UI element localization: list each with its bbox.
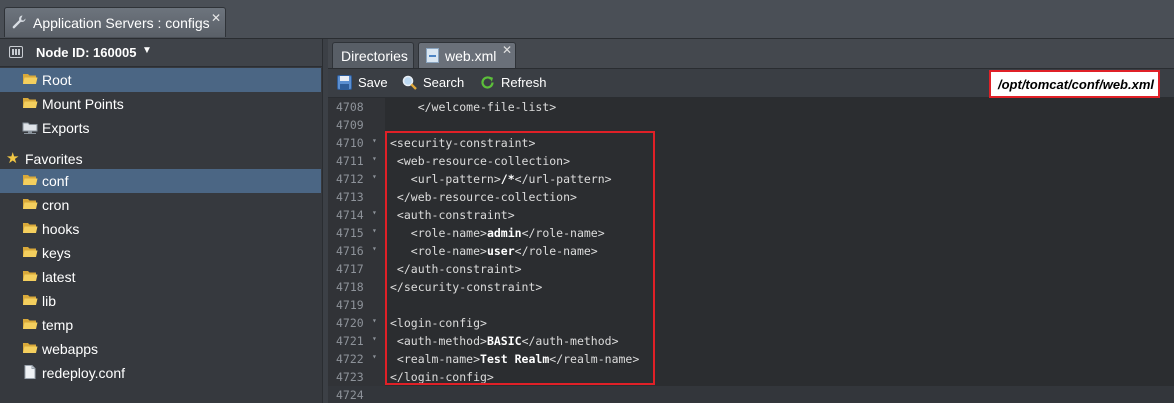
- tree-item-root[interactable]: Root: [0, 68, 321, 92]
- tree-item-exports[interactable]: Exports: [0, 116, 321, 140]
- line-number: 4709: [336, 118, 364, 132]
- line-number: 4724: [336, 388, 364, 402]
- fold-arrow-icon[interactable]: ▾: [372, 172, 377, 181]
- fold-arrow-icon[interactable]: ▾: [372, 226, 377, 235]
- line-number: 4722: [336, 352, 364, 366]
- tree-item-label: webapps: [42, 341, 99, 357]
- file-manager-sidebar: Node ID: 160005 ▼ Root Mount Points Export…: [0, 39, 323, 403]
- network-folder-icon: [22, 122, 38, 134]
- editor-panel: Directories web.xml ✕ Save Search Refres…: [328, 39, 1174, 403]
- fold-arrow-icon[interactable]: ▾: [372, 244, 377, 253]
- line-number: 4714: [336, 208, 364, 222]
- code-text: </welcome-file-list>: [390, 100, 556, 114]
- tree-item-redeploy-conf[interactable]: redeploy.conf: [0, 361, 321, 385]
- line-number: 4710: [336, 136, 364, 150]
- file-path-display: /opt/tomcat/conf/web.xml: [989, 70, 1160, 98]
- save-icon: [337, 75, 352, 90]
- code-markup: </welcome-file-list>: [390, 100, 557, 114]
- code-line[interactable]: 4724: [328, 386, 1174, 403]
- line-number: 4712: [336, 172, 364, 186]
- node-selector[interactable]: Node ID: 160005 ▼: [0, 39, 322, 67]
- line-number: 4721: [336, 334, 364, 348]
- save-label: Save: [358, 75, 388, 90]
- tab-directories[interactable]: Directories: [332, 42, 414, 68]
- line-number: 4708: [336, 100, 364, 114]
- tree-item-label: Root: [42, 72, 72, 88]
- folder-open-icon: [23, 74, 38, 84]
- server-node-icon: [9, 46, 23, 58]
- star-icon: ★: [6, 150, 20, 167]
- top-bar: Application Servers : configs ✕: [0, 0, 1174, 39]
- favorites-header[interactable]: ★ Favorites: [0, 147, 321, 171]
- folder-icon: [23, 199, 38, 209]
- editor-toolbar: Save Search Refresh /opt/tomcat/conf/web…: [328, 69, 1174, 98]
- search-label: Search: [423, 75, 465, 90]
- folder-icon: [23, 271, 38, 281]
- tree-item-temp[interactable]: temp: [0, 313, 321, 337]
- refresh-label: Refresh: [501, 75, 547, 90]
- tree-item-label: Mount Points: [42, 96, 124, 112]
- folder-open-icon: [23, 175, 38, 185]
- file-path: /opt/tomcat/conf/web.xml: [998, 77, 1155, 92]
- folder-icon: [23, 98, 38, 108]
- folder-icon: [23, 295, 38, 305]
- line-number: 4716: [336, 244, 364, 258]
- highlight-annotation-box: [385, 131, 655, 385]
- xml-file-icon: [426, 48, 439, 63]
- tab-web-xml-label: web.xml: [445, 48, 497, 64]
- line-number: 4715: [336, 226, 364, 240]
- tree-item-cron[interactable]: cron: [0, 193, 321, 217]
- folder-icon: [23, 223, 38, 233]
- tree-item-keys[interactable]: keys: [0, 241, 321, 265]
- tree-item-webapps[interactable]: webapps: [0, 337, 321, 361]
- tree-item-conf[interactable]: conf: [0, 169, 321, 193]
- fold-arrow-icon[interactable]: ▾: [372, 208, 377, 217]
- file-icon: [24, 365, 36, 379]
- app-window-title: Application Servers : configs: [33, 15, 210, 31]
- line-number: 4718: [336, 280, 364, 294]
- tree-item-label: lib: [42, 293, 57, 309]
- fold-arrow-icon[interactable]: ▾: [372, 316, 377, 325]
- tree-item-label: Exports: [42, 120, 90, 136]
- line-number: 4723: [336, 370, 364, 384]
- chevron-down-icon[interactable]: ▼: [142, 45, 152, 56]
- wrench-icon: [12, 15, 26, 29]
- refresh-icon: [481, 76, 494, 89]
- close-icon[interactable]: ✕: [211, 11, 221, 25]
- favorites-label: Favorites: [25, 151, 83, 167]
- node-id-label: Node ID: 160005: [36, 45, 137, 60]
- folder-icon: [23, 247, 38, 257]
- line-number: 4719: [336, 298, 364, 312]
- line-number: 4720: [336, 316, 364, 330]
- search-icon: [402, 75, 417, 90]
- fold-arrow-icon[interactable]: ▾: [372, 352, 377, 361]
- tree-item-label: redeploy.conf: [42, 365, 126, 381]
- line-number: 4713: [336, 190, 364, 204]
- close-icon[interactable]: ✕: [502, 43, 512, 57]
- line-number: 4717: [336, 262, 364, 276]
- tree-item-label: conf: [42, 173, 69, 189]
- tab-web-xml[interactable]: web.xml ✕: [418, 42, 516, 68]
- fold-arrow-icon[interactable]: ▾: [372, 136, 377, 145]
- app-window-tab[interactable]: Application Servers : configs ✕: [4, 7, 226, 37]
- line-number: 4711: [336, 154, 364, 168]
- editor-tabs: Directories web.xml ✕: [328, 39, 1174, 69]
- code-line[interactable]: 4708 </welcome-file-list>: [328, 98, 1174, 116]
- tree-item-lib[interactable]: lib: [0, 289, 321, 313]
- tree-item-mount-points[interactable]: Mount Points: [0, 92, 321, 116]
- folder-icon: [23, 343, 38, 353]
- tab-directories-label: Directories: [341, 48, 408, 64]
- tree-item-hooks[interactable]: hooks: [0, 217, 321, 241]
- tree-item-label: hooks: [42, 221, 80, 237]
- tree-item-label: cron: [42, 197, 70, 213]
- tree-item-label: temp: [42, 317, 74, 333]
- tree-item-label: keys: [42, 245, 71, 261]
- fold-arrow-icon[interactable]: ▾: [372, 334, 377, 343]
- tree-item-latest[interactable]: latest: [0, 265, 321, 289]
- fold-arrow-icon[interactable]: ▾: [372, 154, 377, 163]
- code-editor[interactable]: 4708 </welcome-file-list> 4709 4710 ▾ <secur…: [328, 98, 1174, 403]
- tree-item-label: latest: [42, 269, 76, 285]
- folder-icon: [23, 319, 38, 329]
